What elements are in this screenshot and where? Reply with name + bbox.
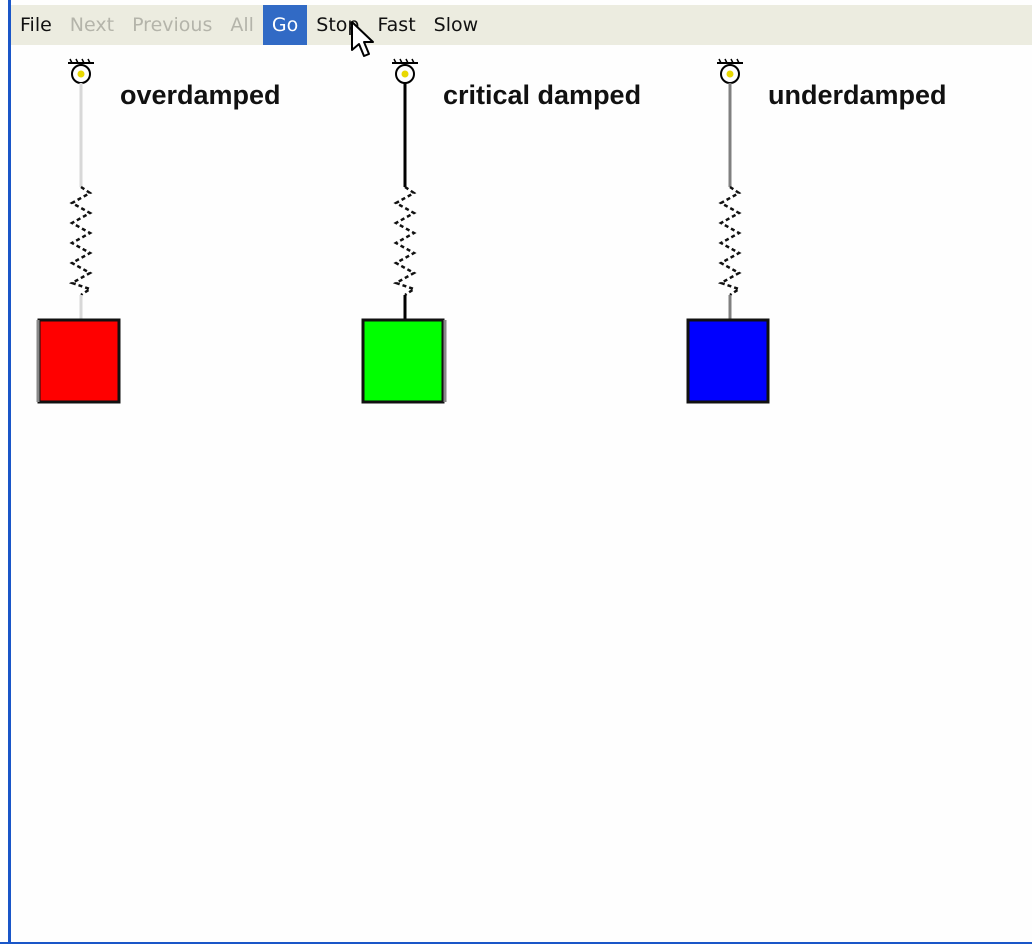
critical-damped-spring (392, 185, 417, 297)
underdamped-label: underdamped (768, 80, 947, 110)
menu-bar: File Next Previous All Go Stop Fast Slow (11, 5, 1032, 45)
critical-damped-label: critical damped (443, 80, 642, 110)
menu-stop[interactable]: Stop (307, 5, 368, 45)
critical-damped-mass (361, 318, 445, 404)
pivot-icon (392, 58, 418, 84)
menu-slow[interactable]: Slow (425, 5, 488, 45)
underdamped-spring (717, 185, 742, 297)
menu-file[interactable]: File (11, 5, 61, 45)
overdamped-label: overdamped (120, 80, 281, 110)
window-left-border (0, 0, 11, 944)
menu-previous[interactable]: Previous (123, 5, 221, 45)
menu-go[interactable]: Go (262, 5, 308, 45)
pivot-icon (717, 58, 743, 84)
menu-next[interactable]: Next (61, 5, 123, 45)
overdamped-mass (37, 318, 121, 404)
application-window: File Next Previous All Go Stop Fast Slow… (0, 0, 1032, 944)
menu-all[interactable]: All (221, 5, 263, 45)
menu-fast[interactable]: Fast (368, 5, 424, 45)
overdamped-spring (68, 185, 93, 297)
overdamped-oscillator (36, 58, 121, 404)
pivot-icon (68, 58, 94, 84)
underdamped-mass (686, 318, 770, 404)
simulation-canvas: overdamped critical damped underdamped (14, 45, 1032, 942)
